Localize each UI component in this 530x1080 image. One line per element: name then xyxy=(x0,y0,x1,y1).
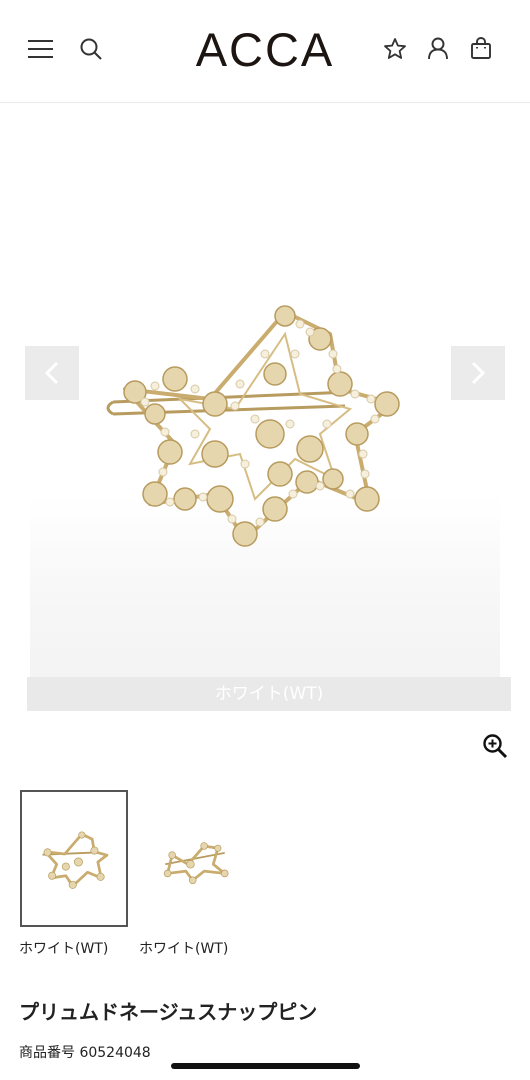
thumbnail-label-1: ホワイト(WT) xyxy=(19,941,109,957)
hair-pin-side-thumbnail-image xyxy=(163,842,229,885)
site-logo[interactable]: ACCA xyxy=(0,22,530,77)
user-icon[interactable] xyxy=(426,36,450,60)
prev-image-button[interactable] xyxy=(25,346,79,400)
site-header: ACCA xyxy=(0,0,530,103)
zoom-in-icon xyxy=(483,734,508,759)
home-indicator xyxy=(171,1063,360,1069)
product-page: ACCA ホワイト(WT) ホワイト(WT) ホワイト(WT) プリュムドネージ… xyxy=(0,0,530,1080)
star-icon[interactable] xyxy=(383,37,407,61)
product-code: 商品番号 60524048 xyxy=(19,1045,151,1061)
next-image-button[interactable] xyxy=(451,346,505,400)
thumbnail-label-2: ホワイト(WT) xyxy=(139,941,229,957)
bag-icon[interactable] xyxy=(469,36,493,60)
hair-pin-thumbnail-image xyxy=(42,831,109,889)
zoom-button[interactable] xyxy=(482,733,508,759)
chevron-right-icon xyxy=(471,361,486,385)
thumbnail-2[interactable] xyxy=(140,790,248,927)
hair-pin-image xyxy=(106,305,400,547)
product-name: プリュムドネージュスナップピン xyxy=(19,1000,318,1024)
product-main-image[interactable]: ホワイト(WT) xyxy=(0,104,530,724)
thumbnail-1[interactable] xyxy=(20,790,128,927)
chevron-left-icon xyxy=(44,361,59,385)
color-caption: ホワイト(WT) xyxy=(27,677,511,711)
